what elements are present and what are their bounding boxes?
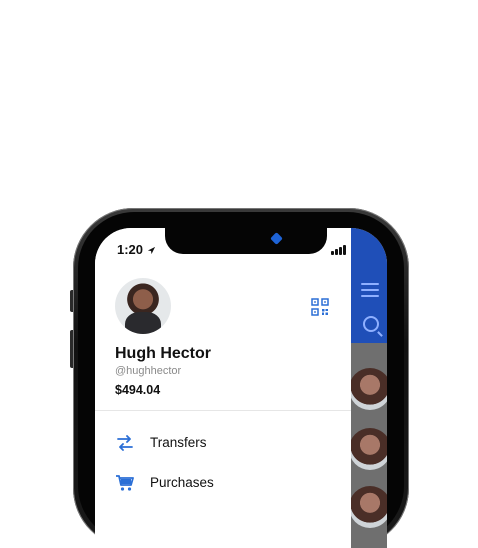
profile-avatar[interactable] <box>115 278 171 334</box>
phone-screen: 1:20 Hugh Hector @hughhector $494.04 Tra… <box>95 228 387 548</box>
avatar[interactable] <box>349 486 387 528</box>
hamburger-icon[interactable] <box>361 283 379 301</box>
menu-item-label: Purchases <box>150 475 214 490</box>
search-icon[interactable] <box>363 316 379 332</box>
background-app-header <box>351 228 387 343</box>
divider <box>95 410 351 411</box>
avatar[interactable] <box>349 368 387 410</box>
phone-notch <box>165 228 327 254</box>
profile-name: Hugh Hector <box>115 345 211 362</box>
menu-item-purchases[interactable]: Purchases <box>95 466 351 500</box>
avatar[interactable] <box>349 428 387 470</box>
signal-icon <box>331 245 346 255</box>
status-time: 1:20 <box>117 242 156 257</box>
transfer-arrows-icon <box>117 435 133 451</box>
side-drawer: 1:20 Hugh Hector @hughhector $494.04 Tra… <box>95 228 351 548</box>
menu-item-label: Transfers <box>150 435 207 450</box>
account-balance: $494.04 <box>115 383 161 397</box>
menu-item-transfers[interactable]: Transfers <box>95 426 351 460</box>
shopping-cart-icon <box>116 475 134 491</box>
profile-handle: @hughhector <box>115 365 182 377</box>
qr-code-icon[interactable] <box>311 298 329 316</box>
background-app <box>349 228 387 548</box>
location-arrow-icon <box>147 246 155 255</box>
